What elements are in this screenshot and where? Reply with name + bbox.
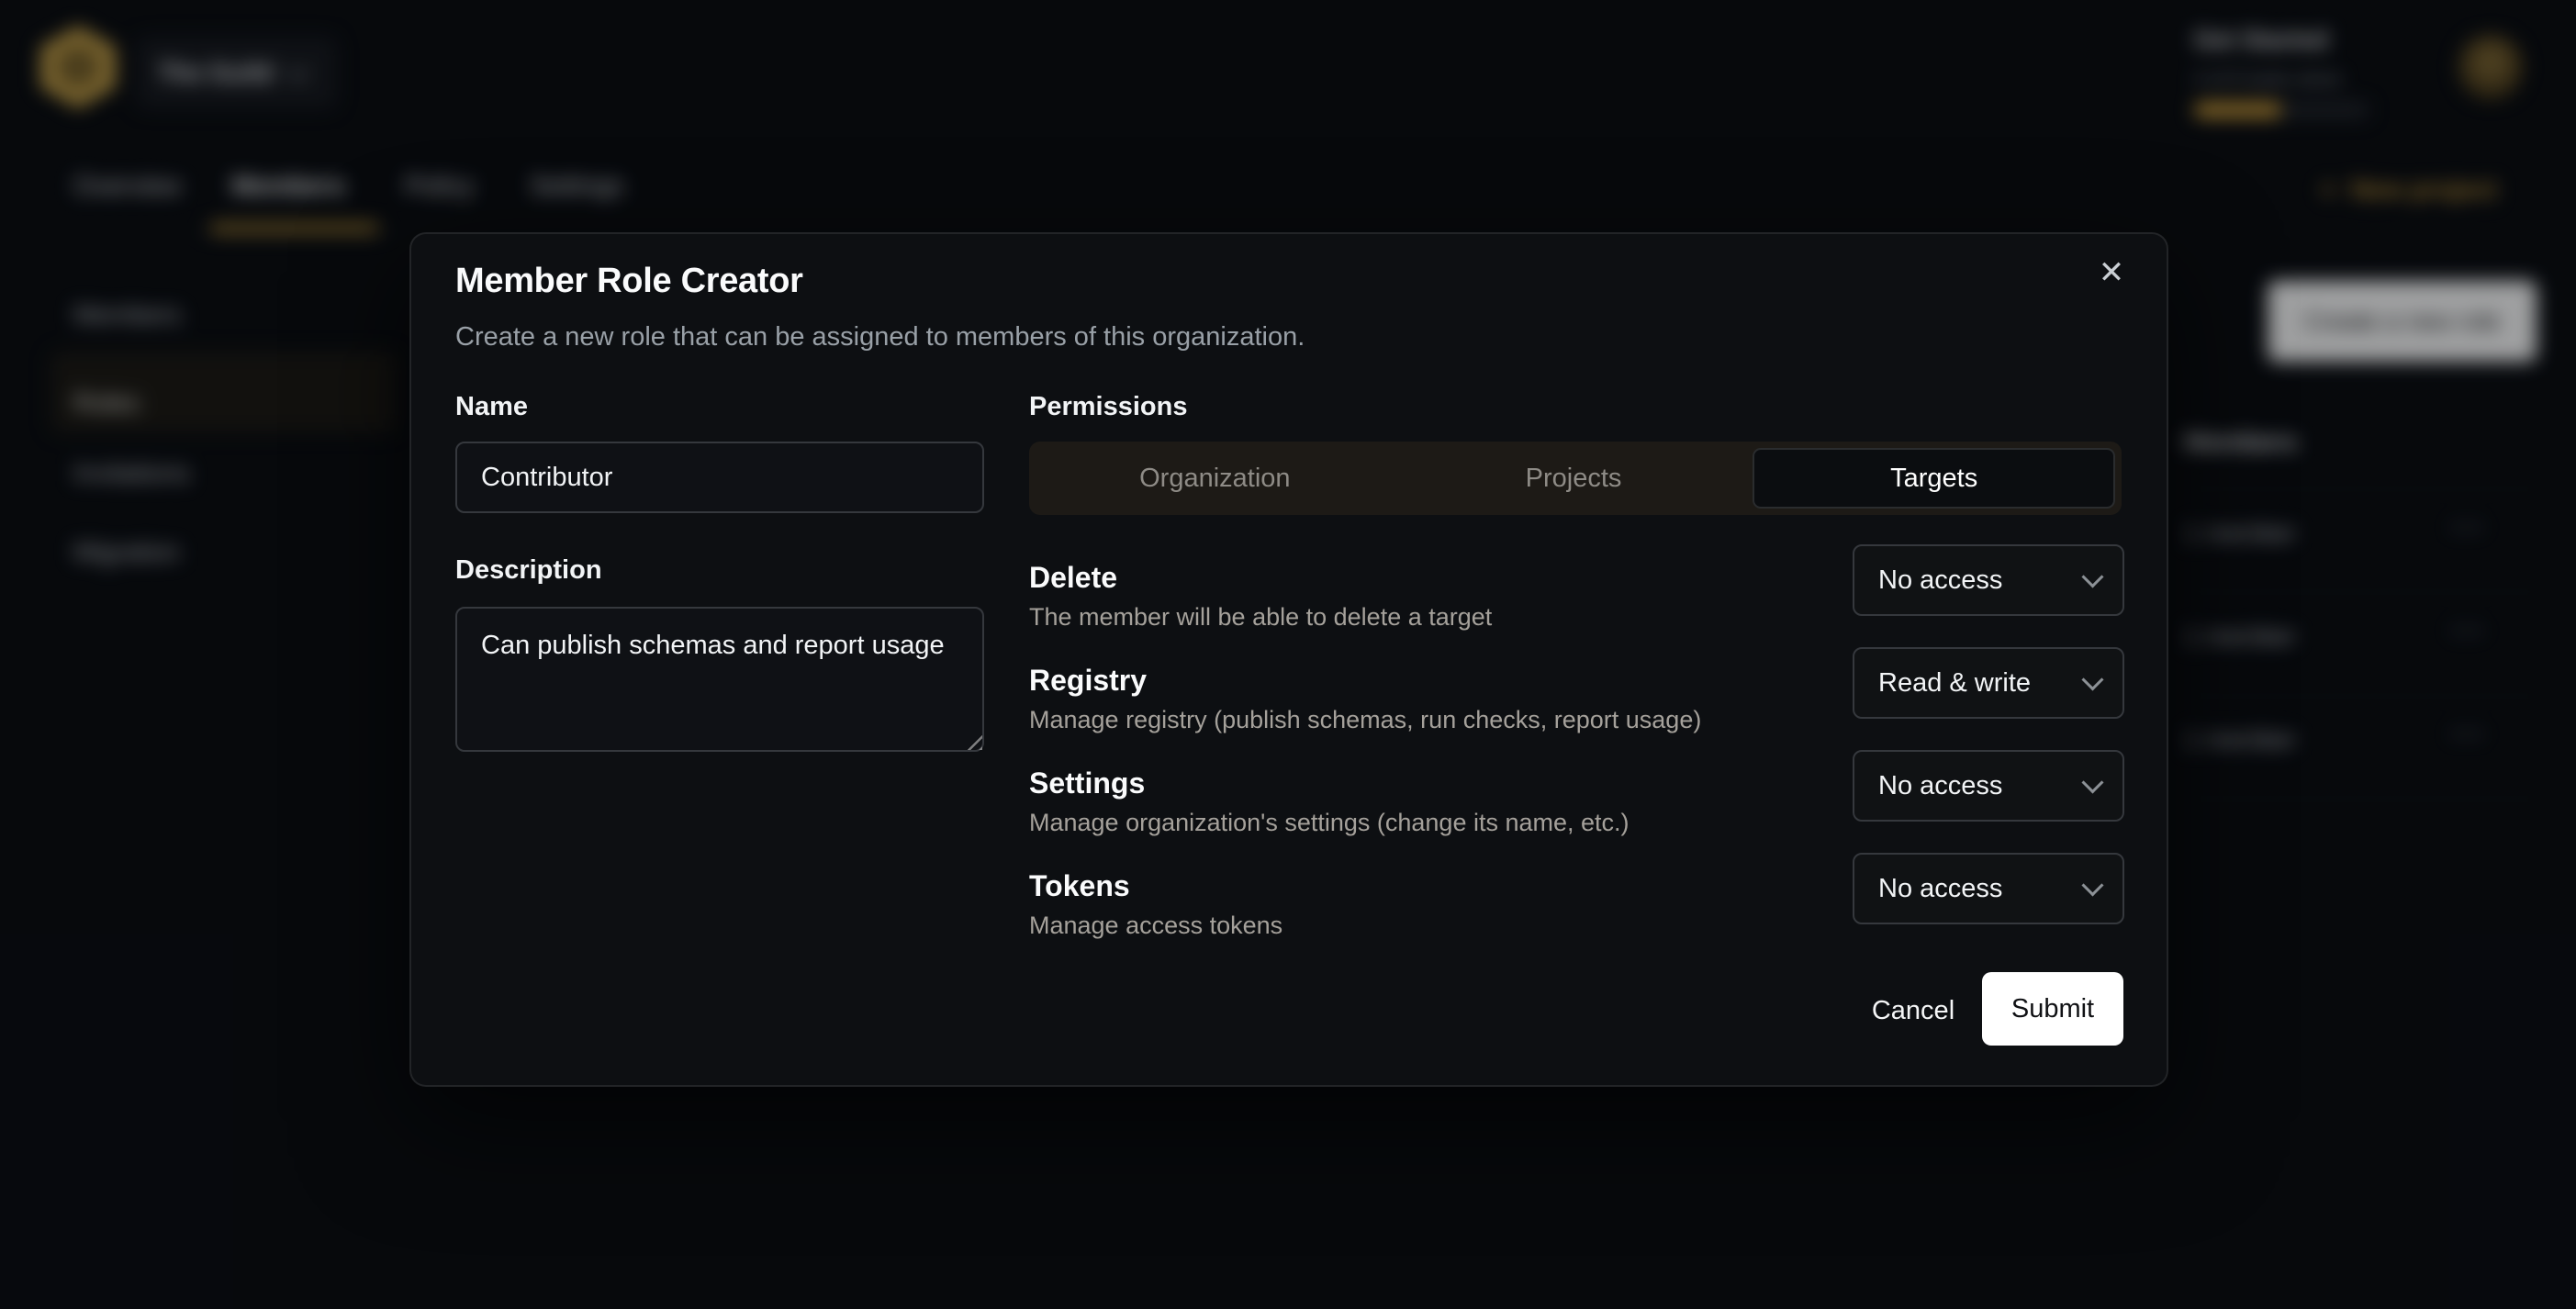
tab-organization[interactable]: Organization (1036, 448, 1394, 509)
permission-desc-delete: The member will be able to delete a targ… (1029, 603, 1492, 632)
permission-title-tokens: Tokens (1029, 869, 1130, 903)
tab-targets[interactable]: Targets (1753, 448, 2115, 509)
permission-select-tokens[interactable]: No access (1853, 853, 2124, 924)
role-description-textarea[interactable]: Can publish schemas and report usage (455, 607, 984, 752)
permission-title-registry: Registry (1029, 664, 1147, 698)
name-label: Name (455, 392, 528, 422)
close-icon[interactable]: ✕ (2086, 247, 2137, 298)
selected-value: No access (1878, 771, 2002, 801)
role-name-input[interactable] (455, 442, 984, 513)
permission-select-delete[interactable]: No access (1853, 544, 2124, 616)
dialog-title: Member Role Creator (455, 262, 803, 301)
permission-title-delete: Delete (1029, 561, 1117, 595)
app-window: The Guild Get Started 4 of 8 tasks done … (0, 0, 2576, 1309)
permissions-label: Permissions (1029, 392, 1187, 422)
permission-title-settings: Settings (1029, 766, 1145, 800)
chevron-down-icon (2081, 771, 2103, 793)
selected-value: No access (1878, 874, 2002, 904)
member-role-creator-dialog: ✕ Member Role Creator Create a new role … (409, 232, 2168, 1087)
cancel-button[interactable]: Cancel (1832, 983, 1994, 1038)
selected-value: Read & write (1878, 668, 2031, 699)
chevron-down-icon (2081, 668, 2103, 690)
submit-button[interactable]: Submit (1982, 972, 2123, 1046)
permission-desc-tokens: Manage access tokens (1029, 912, 1282, 940)
permission-select-registry[interactable]: Read & write (1853, 647, 2124, 719)
permission-select-settings[interactable]: No access (1853, 750, 2124, 822)
permissions-tab-group: Organization Projects Targets (1029, 442, 2122, 515)
permission-desc-settings: Manage organization's settings (change i… (1029, 809, 1630, 837)
permission-desc-registry: Manage registry (publish schemas, run ch… (1029, 706, 1701, 734)
chevron-down-icon (2081, 565, 2103, 587)
tab-projects[interactable]: Projects (1394, 448, 1753, 509)
description-label: Description (455, 555, 602, 586)
dialog-subtitle: Create a new role that can be assigned t… (455, 322, 1305, 352)
chevron-down-icon (2081, 874, 2103, 896)
selected-value: No access (1878, 565, 2002, 596)
